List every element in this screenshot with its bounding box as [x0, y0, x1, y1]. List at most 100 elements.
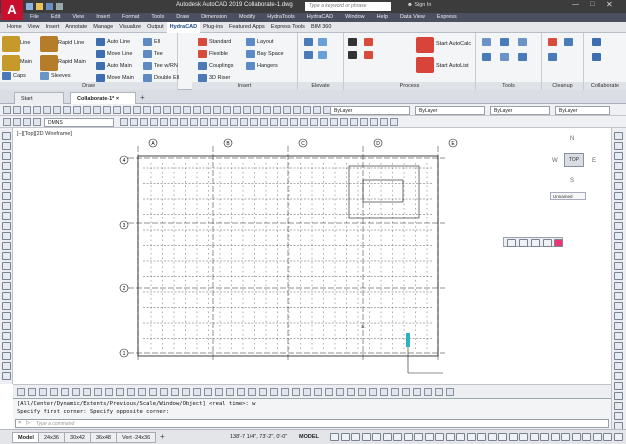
close-tab-icon[interactable]: ×	[116, 96, 119, 102]
std-tool-28-icon[interactable]	[273, 106, 281, 114]
menu-tools[interactable]: Tools	[145, 13, 170, 22]
drawing-canvas[interactable]: A B C D E 4 3 2 1 3/-	[13, 128, 611, 384]
menu-modify[interactable]: Modify	[233, 13, 261, 22]
draw-tool-8-icon[interactable]	[2, 202, 11, 210]
draw-tool-24-icon[interactable]	[2, 362, 11, 370]
modify-tool-29-icon[interactable]	[614, 412, 623, 420]
hydra-tool-14-icon[interactable]	[160, 388, 168, 396]
modify-tool-19-icon[interactable]	[614, 312, 623, 320]
status-toggle-1-icon[interactable]	[330, 433, 339, 441]
status-toggle-27-icon[interactable]	[603, 433, 612, 441]
tool-d-icon[interactable]	[482, 53, 491, 61]
layer-tool-1-icon[interactable]	[3, 118, 11, 126]
status-toggle-17-icon[interactable]	[498, 433, 507, 441]
draw-tool-25-icon[interactable]	[2, 372, 11, 380]
menu-hydratools[interactable]: HydraTools	[261, 13, 301, 22]
std-tool-26-icon[interactable]	[253, 106, 261, 114]
couplings-button[interactable]: Couplings	[198, 61, 233, 71]
modify-tool-3-icon[interactable]	[614, 152, 623, 160]
layout-tab-24x36[interactable]: 24x36	[38, 432, 65, 443]
save-icon[interactable]	[46, 3, 53, 10]
modify-tool-6-icon[interactable]	[614, 182, 623, 190]
hydra-tool-33-icon[interactable]	[369, 388, 377, 396]
status-toggle-23-icon[interactable]	[561, 433, 570, 441]
elevate-set-icon[interactable]	[318, 51, 327, 59]
layout-button[interactable]: Layout	[246, 37, 274, 47]
tools-panel-label[interactable]: Tools	[476, 82, 541, 90]
modify-tool-11-icon[interactable]	[614, 232, 623, 240]
sleeves-button[interactable]: Sleeves	[40, 71, 71, 81]
tool-e-icon[interactable]	[500, 53, 509, 61]
status-toggle-15-icon[interactable]	[477, 433, 486, 441]
lineweight-combo[interactable]: ByLayer	[490, 106, 550, 115]
model-space-toggle[interactable]: MODEL	[299, 434, 319, 440]
hydra-tool-29-icon[interactable]	[325, 388, 333, 396]
caps-button[interactable]: Caps	[2, 71, 26, 81]
start-autolist-button[interactable]: Start AutoList	[434, 61, 469, 71]
layer-prop-13-icon[interactable]	[240, 118, 248, 126]
elevate-panel-label[interactable]: Elevate	[298, 82, 343, 90]
new-icon[interactable]	[26, 3, 33, 10]
std-tool-14-icon[interactable]	[133, 106, 141, 114]
modify-tool-7-icon[interactable]	[614, 192, 623, 200]
modify-tool-14-icon[interactable]	[614, 262, 623, 270]
hydra-tool-19-icon[interactable]	[215, 388, 223, 396]
std-tool-10-icon[interactable]	[93, 106, 101, 114]
hangers-button[interactable]: Hangers	[246, 61, 278, 71]
viewcube[interactable]: N W E S TOP Unnamed	[548, 136, 602, 202]
modify-tool-18-icon[interactable]	[614, 302, 623, 310]
cleanup-a-icon[interactable]	[548, 38, 557, 46]
float-e-icon[interactable]	[554, 239, 563, 247]
draw-tool-17-icon[interactable]	[2, 292, 11, 300]
hydra-tool-21-icon[interactable]	[237, 388, 245, 396]
hydra-tool-12-icon[interactable]	[138, 388, 146, 396]
modify-tool-22-icon[interactable]	[614, 342, 623, 350]
layer-prop-28-icon[interactable]	[390, 118, 398, 126]
layer-prop-18-icon[interactable]	[290, 118, 298, 126]
std-tool-6-icon[interactable]	[53, 106, 61, 114]
std-tool-22-icon[interactable]	[213, 106, 221, 114]
tee-button[interactable]: Tee	[143, 49, 163, 59]
menu-help[interactable]: Help	[371, 13, 394, 22]
hydra-tool-15-icon[interactable]	[171, 388, 179, 396]
ell-button[interactable]: Ell	[143, 37, 160, 47]
tab-visualize[interactable]: Visualize	[116, 22, 144, 33]
hydra-tool-16-icon[interactable]	[182, 388, 190, 396]
draw-tool-9-icon[interactable]	[2, 212, 11, 220]
elevate-icon[interactable]	[304, 38, 313, 46]
draw-panel-label[interactable]: Draw	[0, 82, 177, 90]
tab-annotate[interactable]: Annotate	[62, 22, 90, 33]
layer-prop-25-icon[interactable]	[360, 118, 368, 126]
draw-tool-10-icon[interactable]	[2, 222, 11, 230]
layer-prop-15-icon[interactable]	[260, 118, 268, 126]
layer-prop-20-icon[interactable]	[310, 118, 318, 126]
modify-tool-17-icon[interactable]	[614, 292, 623, 300]
status-toggle-14-icon[interactable]	[466, 433, 476, 441]
std-tool-19-icon[interactable]	[183, 106, 191, 114]
draw-tool-11-icon[interactable]	[2, 232, 11, 240]
hydra-tool-27-icon[interactable]	[303, 388, 311, 396]
status-toggle-20-icon[interactable]	[529, 433, 539, 441]
layer-prop-3-icon[interactable]	[140, 118, 148, 126]
tab-home[interactable]: Home	[4, 22, 25, 33]
undo-icon[interactable]	[56, 3, 63, 10]
status-toggle-24-icon[interactable]	[571, 433, 581, 441]
quick-access-toolbar[interactable]	[26, 3, 86, 11]
hydra-tool-22-icon[interactable]	[248, 388, 256, 396]
menu-hydracad[interactable]: HydraCAD	[301, 13, 339, 22]
std-tool-23-icon[interactable]	[223, 106, 231, 114]
std-tool-3-icon[interactable]	[23, 106, 31, 114]
hydra-tool-3-icon[interactable]	[39, 388, 47, 396]
float-d-icon[interactable]	[543, 239, 552, 247]
hydra-tool-2-icon[interactable]	[28, 388, 36, 396]
hydra-tool-11-icon[interactable]	[127, 388, 135, 396]
layer-tool-3-icon[interactable]	[23, 118, 31, 126]
std-tool-25-icon[interactable]	[243, 106, 251, 114]
status-toggle-5-icon[interactable]	[372, 433, 381, 441]
list-icon[interactable]	[348, 51, 357, 59]
hydra-tool-32-icon[interactable]	[358, 388, 366, 396]
hydra-tool-25-icon[interactable]	[281, 388, 289, 396]
standard-button[interactable]: Standard	[198, 37, 231, 47]
elevate-up-icon[interactable]	[318, 38, 327, 46]
tab-insert[interactable]: Insert	[43, 22, 63, 33]
